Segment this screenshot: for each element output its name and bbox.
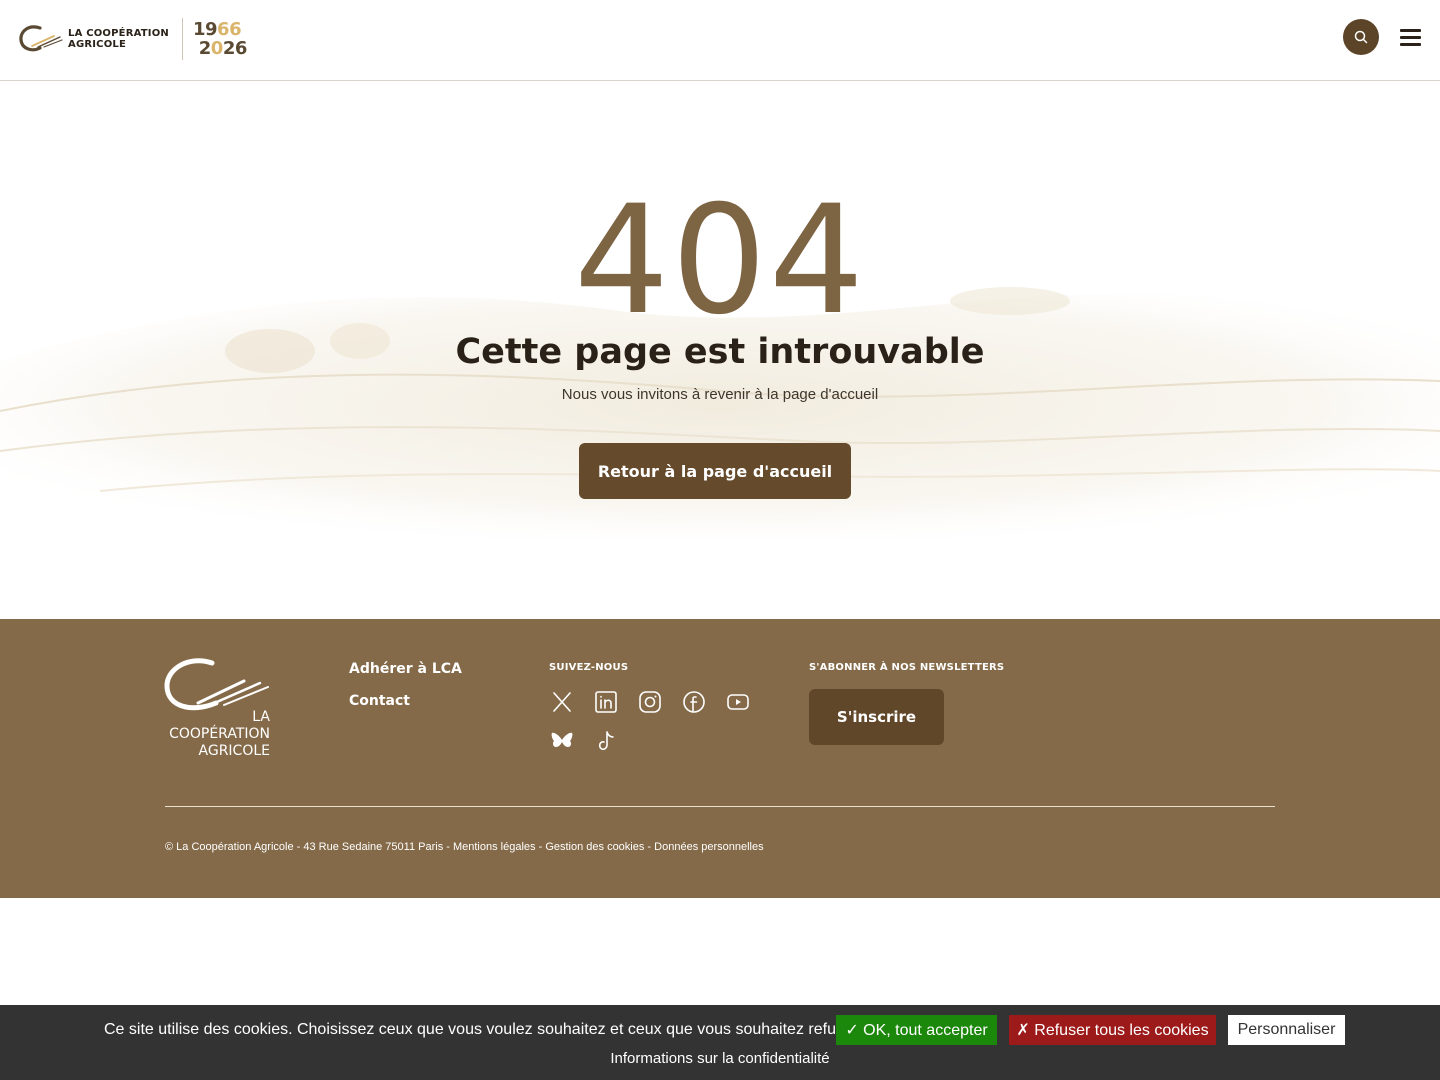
menu-bar-icon [1400,36,1421,39]
years-bottom-a: 2 [198,38,212,59]
search-icon [1354,30,1368,44]
legal-separator: - [535,841,546,853]
logo-line-2: AGRICOLE [68,39,127,50]
error-hero: 404 Cette page est introuvable Nous vous… [0,81,1440,619]
instagram-icon[interactable] [637,689,663,715]
bluesky-icon[interactable] [549,728,575,754]
years-bottom-c: 26 [222,38,248,59]
menu-bar-icon [1400,43,1421,46]
hamburger-menu-button[interactable] [1400,29,1421,47]
newsletter-subscribe-button[interactable]: S'inscrire [809,689,944,745]
customize-cookies-button[interactable]: Personnaliser [1228,1015,1345,1045]
facebook-icon[interactable] [681,689,707,715]
logo-wordmark: LA COOPÉRATION AGRICOLE [68,28,169,50]
error-code: 404 [573,174,867,348]
cookie-management-link[interactable]: Gestion des cookies [545,841,644,853]
logo-divider [181,18,183,60]
menu-bar-icon [1400,29,1421,32]
youtube-icon[interactable] [725,689,751,715]
footer-logo-line-2: COOPÉRATION [169,726,270,742]
site-footer: LA COOPÉRATION AGRICOLE Adhérer à LCA Co… [0,619,1440,898]
logo-line-1: LA COOPÉRATION [68,28,169,39]
footer-link-adherer[interactable]: Adhérer à LCA [349,661,462,677]
footer-legal: © La Coopération Agricole - 43 Rue Sedai… [165,841,764,853]
years-bottom-b: 0 [210,38,224,59]
footer-logo-swoosh-icon [164,658,269,711]
search-button[interactable] [1343,19,1379,55]
linkedin-icon[interactable] [593,689,619,715]
tiktok-icon[interactable] [593,728,619,754]
back-home-button[interactable]: Retour à la page d'accueil [579,443,851,499]
site-header: LA COOPÉRATION AGRICOLE 1966 2026 [0,0,1440,81]
years-top-a: 19 [192,19,218,40]
personal-data-link[interactable]: Données personnelles [654,841,763,853]
privacy-info-link[interactable]: Informations sur la confidentialité [0,1050,1440,1067]
footer-logo-line-3: AGRICOLE [198,743,270,759]
footer-divider [165,806,1275,807]
newsletter-heading: S'ABONNER À NOS NEWSLETTERS [809,662,1005,673]
page-subtitle: Nous vous invitons à revenir à la page d… [561,386,879,403]
legal-separator: - [644,841,655,853]
legal-mentions-link[interactable]: Mentions légales [453,841,536,853]
footer-logo-wordmark: LA COOPÉRATION AGRICOLE [169,709,270,760]
footer-logo-line-1: LA [252,709,270,725]
legal-copyright: © La Coopération Agricole - 43 Rue Sedai… [165,841,453,853]
footer-logo[interactable]: LA COOPÉRATION AGRICOLE [164,657,272,761]
follow-heading: SUIVEZ-NOUS [549,662,629,673]
cookie-message: Ce site utilise des cookies. Choisissez … [104,1021,862,1038]
cookie-consent-bar: Ce site utilise des cookies. Choisissez … [0,1005,1440,1080]
x-icon[interactable] [549,689,575,715]
footer-links: Adhérer à LCA Contact [349,661,462,725]
years-top-b: 66 [217,19,242,40]
logo-swoosh-icon [19,25,63,52]
anniversary-years: 1966 2026 [193,20,247,58]
accept-all-cookies-button[interactable]: ✓ OK, tout accepter [836,1015,997,1045]
footer-link-contact[interactable]: Contact [349,693,462,709]
site-logo[interactable]: LA COOPÉRATION AGRICOLE 1966 2026 [18,18,247,60]
page-title: Cette page est introuvable [455,332,985,372]
deny-all-cookies-button[interactable]: ✗ Refuser tous les cookies [1009,1015,1216,1045]
